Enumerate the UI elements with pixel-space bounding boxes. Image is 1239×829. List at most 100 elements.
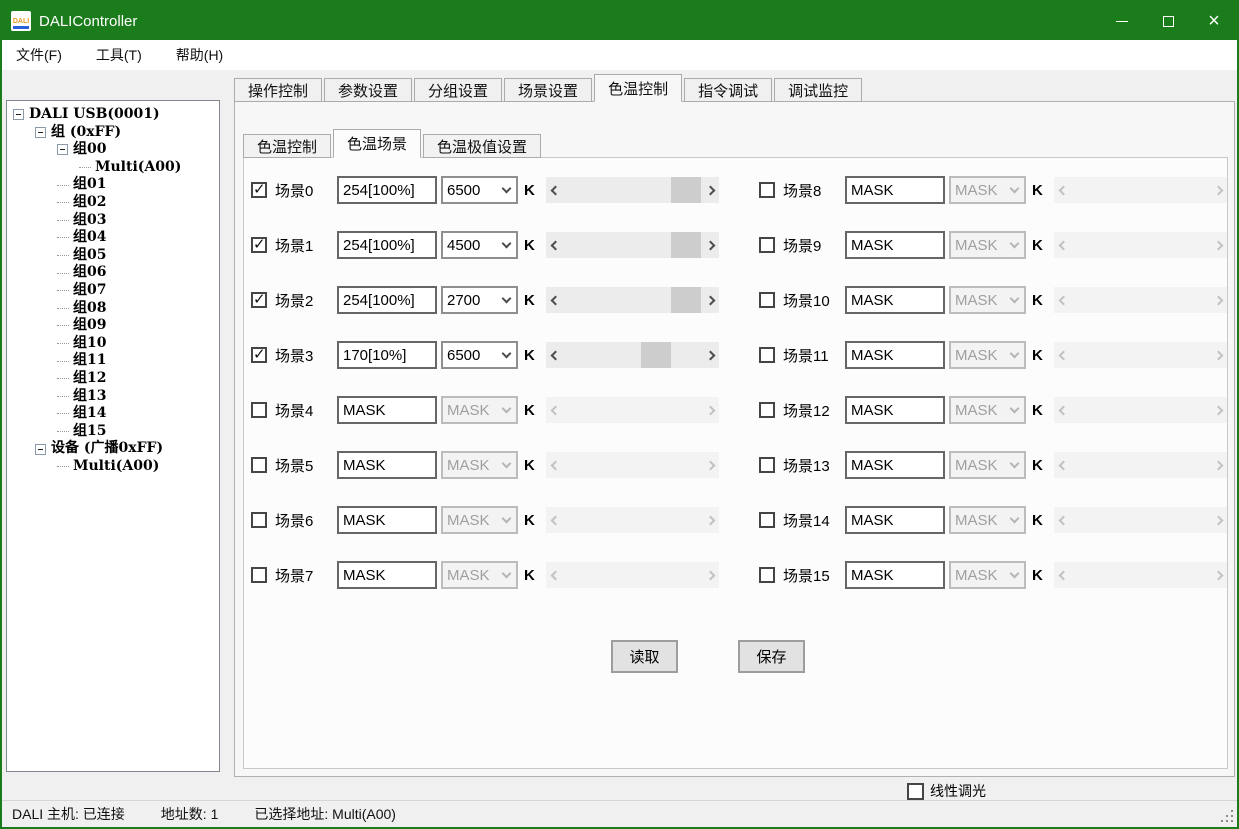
scene-checkbox[interactable] [251, 567, 267, 583]
cct-scrollbar[interactable] [546, 452, 719, 478]
tree-item[interactable]: 组09 [7, 317, 219, 335]
menu-tools[interactable]: 工具(T) [84, 45, 154, 65]
tree-item[interactable]: Multi(A00) [7, 458, 219, 476]
cct-combo[interactable]: MASK [949, 341, 1026, 369]
scene-checkbox[interactable] [759, 457, 775, 473]
tree-item[interactable]: 组11 [7, 352, 219, 370]
scene-checkbox[interactable] [759, 237, 775, 253]
cct-combo[interactable]: MASK [441, 506, 518, 534]
tree-item[interactable]: Multi(A00) [7, 159, 219, 177]
scroll-right-arrow[interactable] [701, 562, 719, 588]
tree-item[interactable]: 组14 [7, 405, 219, 423]
linear-dimming-checkbox[interactable] [907, 783, 924, 800]
tree-item[interactable]: 组05 [7, 247, 219, 265]
scene-checkbox[interactable] [251, 457, 267, 473]
tab-parameter-settings[interactable]: 参数设置 [324, 78, 412, 102]
subtab-cct-scene[interactable]: 色温场景 [333, 129, 421, 158]
scene-level-input[interactable] [845, 341, 945, 369]
cct-scrollbar[interactable] [1054, 397, 1227, 423]
cct-scrollbar[interactable] [1054, 177, 1227, 203]
scene-level-input[interactable] [337, 286, 437, 314]
scene-checkbox[interactable] [759, 292, 775, 308]
tab-command-debug[interactable]: 指令调试 [684, 78, 772, 102]
scene-checkbox[interactable] [251, 347, 267, 363]
tree-item[interactable]: 组13 [7, 388, 219, 406]
cct-combo[interactable]: MASK [949, 286, 1026, 314]
cct-scrollbar[interactable] [546, 287, 719, 313]
scene-level-input[interactable] [337, 176, 437, 204]
tree-item[interactable]: DALI USB(0001) [7, 106, 219, 124]
cct-combo[interactable]: MASK [441, 451, 518, 479]
scene-checkbox[interactable] [251, 402, 267, 418]
scroll-right-arrow[interactable] [1209, 287, 1227, 313]
cct-scrollbar[interactable] [546, 507, 719, 533]
scene-level-input[interactable] [337, 231, 437, 259]
tree-item[interactable]: 设备 (广播0xFF) [7, 440, 219, 458]
scroll-right-arrow[interactable] [1209, 232, 1227, 258]
cct-combo[interactable]: 2700 [441, 286, 518, 314]
tree-item[interactable]: 组 (0xFF) [7, 124, 219, 142]
cct-scrollbar[interactable] [546, 397, 719, 423]
scene-checkbox[interactable] [759, 567, 775, 583]
scene-level-input[interactable] [337, 561, 437, 589]
scroll-right-arrow[interactable] [1209, 507, 1227, 533]
tree-item[interactable]: 组04 [7, 229, 219, 247]
tree-item[interactable]: 组00 [7, 141, 219, 159]
scroll-left-arrow[interactable] [546, 232, 564, 258]
cct-combo[interactable]: MASK [949, 396, 1026, 424]
scene-level-input[interactable] [337, 451, 437, 479]
cct-scrollbar[interactable] [1054, 287, 1227, 313]
scroll-right-arrow[interactable] [701, 452, 719, 478]
scene-checkbox[interactable] [251, 182, 267, 198]
scroll-right-arrow[interactable] [1209, 177, 1227, 203]
scene-checkbox[interactable] [759, 402, 775, 418]
tree-item[interactable]: 组07 [7, 282, 219, 300]
cct-combo[interactable]: MASK [949, 506, 1026, 534]
tree-item[interactable]: 组10 [7, 335, 219, 353]
scroll-left-arrow[interactable] [1054, 507, 1072, 533]
cct-combo[interactable]: MASK [949, 451, 1026, 479]
read-button[interactable]: 读取 [611, 640, 678, 673]
cct-scrollbar[interactable] [1054, 452, 1227, 478]
scene-level-input[interactable] [337, 341, 437, 369]
scene-level-input[interactable] [337, 396, 437, 424]
cct-scrollbar[interactable] [1054, 507, 1227, 533]
scene-checkbox[interactable] [251, 512, 267, 528]
scroll-right-arrow[interactable] [1209, 397, 1227, 423]
tab-debug-monitor[interactable]: 调试监控 [774, 78, 862, 102]
scrollbar-thumb[interactable] [641, 342, 671, 368]
cct-combo[interactable]: 4500 [441, 231, 518, 259]
scene-checkbox[interactable] [759, 347, 775, 363]
expand-toggle[interactable] [13, 109, 24, 120]
scroll-right-arrow[interactable] [1209, 452, 1227, 478]
scroll-left-arrow[interactable] [546, 562, 564, 588]
scroll-right-arrow[interactable] [1209, 562, 1227, 588]
scroll-right-arrow[interactable] [701, 397, 719, 423]
tab-cct-control[interactable]: 色温控制 [594, 74, 682, 102]
scrollbar-thumb[interactable] [671, 232, 701, 258]
scene-level-input[interactable] [845, 176, 945, 204]
tree-item[interactable]: 组08 [7, 300, 219, 318]
scroll-right-arrow[interactable] [701, 177, 719, 203]
scroll-right-arrow[interactable] [1209, 342, 1227, 368]
cct-scrollbar[interactable] [546, 232, 719, 258]
save-button[interactable]: 保存 [738, 640, 805, 673]
scene-checkbox[interactable] [251, 237, 267, 253]
scene-level-input[interactable] [845, 286, 945, 314]
expand-toggle[interactable] [57, 144, 68, 155]
scrollbar-thumb[interactable] [671, 287, 701, 313]
scene-level-input[interactable] [845, 451, 945, 479]
cct-scrollbar[interactable] [546, 177, 719, 203]
scroll-left-arrow[interactable] [1054, 452, 1072, 478]
minimize-button[interactable] [1099, 2, 1145, 40]
tab-grouping-settings[interactable]: 分组设置 [414, 78, 502, 102]
scroll-left-arrow[interactable] [1054, 342, 1072, 368]
subtab-cct-control[interactable]: 色温控制 [243, 134, 331, 158]
cct-scrollbar[interactable] [1054, 342, 1227, 368]
scroll-left-arrow[interactable] [546, 452, 564, 478]
cct-scrollbar[interactable] [1054, 562, 1227, 588]
scene-checkbox[interactable] [759, 182, 775, 198]
tree-item[interactable]: 组15 [7, 423, 219, 441]
scroll-left-arrow[interactable] [546, 342, 564, 368]
scene-level-input[interactable] [845, 561, 945, 589]
